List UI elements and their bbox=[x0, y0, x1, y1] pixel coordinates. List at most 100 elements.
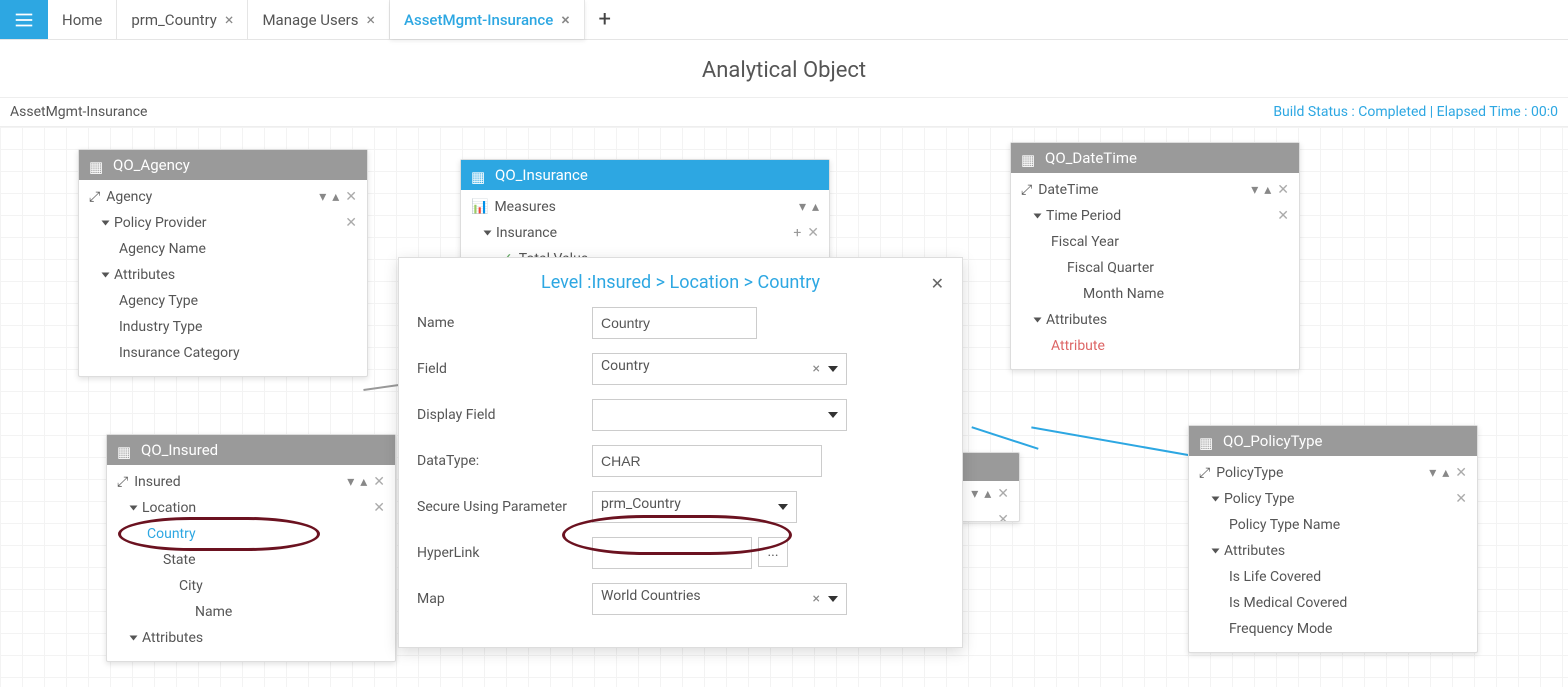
close-icon[interactable]: ✕ bbox=[1277, 208, 1289, 224]
tree-item[interactable]: Policy Type Name bbox=[1189, 512, 1477, 538]
clear-icon[interactable]: × bbox=[813, 361, 820, 377]
browse-button[interactable]: ... bbox=[758, 537, 788, 567]
tab-assetmgmt-insurance[interactable]: AssetMgmt-Insurance × bbox=[390, 0, 585, 39]
menu-button[interactable] bbox=[0, 0, 48, 39]
panel-header[interactable]: ▦ QO_Agency bbox=[79, 150, 367, 180]
hierarchy-icon: ⤢ bbox=[117, 474, 128, 490]
page-title: Analytical Object bbox=[0, 40, 1568, 97]
panel-title: QO_DateTime bbox=[1045, 149, 1137, 167]
tree-group[interactable]: Time Period ✕ bbox=[1011, 203, 1299, 229]
item-label: Frequency Mode bbox=[1229, 621, 1332, 637]
panel-qo-agency[interactable]: ▦ QO_Agency ⤢ Agency ▾ ▴ ✕ Policy Provid… bbox=[78, 149, 368, 377]
chevron-down-icon[interactable]: ▾ bbox=[347, 474, 354, 490]
tree-item[interactable]: Industry Type bbox=[79, 314, 367, 340]
clear-icon[interactable]: × bbox=[813, 591, 820, 607]
chevron-up-icon[interactable]: ▴ bbox=[984, 486, 991, 502]
close-icon[interactable]: ✕ bbox=[373, 500, 385, 516]
display-field-select[interactable] bbox=[592, 399, 847, 431]
tree-group[interactable]: Attributes bbox=[1189, 538, 1477, 564]
panel-qo-policytype[interactable]: ▦ QO_PolicyType ⤢ PolicyType ▾ ▴ ✕ Polic… bbox=[1188, 425, 1478, 653]
dimension-row[interactable]: ⤢ Insured ▾ ▴ ✕ bbox=[107, 469, 395, 495]
tree-group[interactable]: Attributes bbox=[107, 625, 395, 651]
close-icon[interactable]: × bbox=[225, 10, 234, 29]
close-icon[interactable]: ✕ bbox=[997, 486, 1009, 502]
tree-group[interactable]: Location ✕ bbox=[107, 495, 395, 521]
dimension-name: Insured bbox=[134, 474, 180, 490]
field-select[interactable]: Country × bbox=[592, 353, 847, 385]
chevron-down-icon[interactable]: ▾ bbox=[799, 199, 806, 215]
item-label: Month Name bbox=[1083, 286, 1164, 302]
panel-header[interactable]: ▦ QO_Insured bbox=[107, 435, 395, 465]
tree-item[interactable]: Fiscal Quarter bbox=[1011, 255, 1299, 281]
item-label: Is Life Covered bbox=[1229, 569, 1321, 585]
chevron-down-icon[interactable]: ▾ bbox=[971, 486, 978, 502]
tree-item[interactable]: City bbox=[107, 573, 395, 599]
tree-row[interactable]: ✕ bbox=[961, 507, 1019, 522]
tab-manage-users[interactable]: Manage Users × bbox=[248, 0, 390, 39]
chevron-up-icon[interactable]: ▴ bbox=[1264, 182, 1271, 198]
group-label: Attributes bbox=[114, 267, 175, 283]
close-icon[interactable]: × bbox=[367, 10, 376, 29]
tree-item[interactable]: Fiscal Year bbox=[1011, 229, 1299, 255]
tree-item[interactable]: Insurance Category bbox=[79, 340, 367, 366]
tree-group[interactable]: Insurance +✕ bbox=[461, 220, 829, 246]
tree-item[interactable]: Is Medical Covered bbox=[1189, 590, 1477, 616]
hierarchy-icon: ⤢ bbox=[1021, 182, 1032, 198]
panel-header[interactable]: ▦ QO_PolicyType bbox=[1189, 426, 1477, 456]
panel-partial[interactable]: ▾ ▴ ✕ ✕ bbox=[960, 452, 1020, 522]
hierarchy-icon: ⤢ bbox=[1199, 465, 1210, 481]
panel-header[interactable]: ▦ QO_Insurance bbox=[461, 160, 829, 190]
map-select[interactable]: World Countries × bbox=[592, 583, 847, 615]
tree-group[interactable]: Policy Type ✕ bbox=[1189, 486, 1477, 512]
tree-item[interactable]: Month Name bbox=[1011, 281, 1299, 307]
close-icon[interactable]: ✕ bbox=[997, 512, 1009, 522]
chevron-down-icon bbox=[828, 366, 838, 372]
dimension-row[interactable]: ⤢ DateTime ▾ ▴ ✕ bbox=[1011, 177, 1299, 203]
tree-item[interactable]: Agency Type bbox=[79, 288, 367, 314]
tree-item[interactable]: Is Life Covered bbox=[1189, 564, 1477, 590]
close-icon[interactable]: ✕ bbox=[1455, 465, 1467, 481]
tree-item[interactable]: Frequency Mode bbox=[1189, 616, 1477, 642]
close-icon[interactable]: ✕ bbox=[1277, 182, 1289, 198]
chart-icon: 📊 bbox=[471, 199, 488, 215]
cube-icon: ▦ bbox=[117, 443, 133, 457]
chevron-up-icon[interactable]: ▴ bbox=[1442, 465, 1449, 481]
tree-group[interactable]: Attributes bbox=[1011, 307, 1299, 333]
tab-home[interactable]: Home bbox=[48, 0, 117, 39]
chevron-down-icon[interactable]: ▾ bbox=[319, 189, 326, 205]
chevron-up-icon[interactable]: ▴ bbox=[812, 199, 819, 215]
close-icon[interactable]: ✕ bbox=[345, 215, 357, 231]
close-icon[interactable]: ✕ bbox=[345, 189, 357, 205]
tree-item[interactable]: State bbox=[107, 547, 395, 573]
tree-item[interactable]: Agency Name bbox=[79, 236, 367, 262]
plus-icon[interactable]: + bbox=[793, 225, 801, 241]
dimension-row[interactable]: ⤢ Agency ▾ ▴ ✕ bbox=[79, 184, 367, 210]
name-input[interactable] bbox=[592, 307, 757, 339]
tab-prm-country[interactable]: prm_Country × bbox=[117, 0, 248, 39]
close-icon[interactable]: × bbox=[561, 10, 570, 29]
tree-item-placeholder[interactable]: Attribute bbox=[1011, 333, 1299, 359]
tree-group[interactable]: Policy Provider ✕ bbox=[79, 210, 367, 236]
close-icon[interactable]: ✕ bbox=[1455, 491, 1467, 507]
secure-param-select[interactable]: prm_Country bbox=[592, 491, 797, 523]
panel-qo-datetime[interactable]: ▦ QO_DateTime ⤢ DateTime ▾ ▴ ✕ Time Peri… bbox=[1010, 142, 1300, 370]
dimension-row[interactable]: ⤢ PolicyType ▾ ▴ ✕ bbox=[1189, 460, 1477, 486]
chevron-down-icon[interactable]: ▾ bbox=[1251, 182, 1258, 198]
design-canvas[interactable]: ▦ QO_Agency ⤢ Agency ▾ ▴ ✕ Policy Provid… bbox=[0, 127, 1568, 687]
add-tab-button[interactable]: + bbox=[585, 0, 625, 39]
close-icon[interactable]: ✕ bbox=[931, 274, 944, 293]
close-icon[interactable]: ✕ bbox=[807, 225, 819, 241]
tree-group[interactable]: Attributes bbox=[79, 262, 367, 288]
chevron-up-icon[interactable]: ▴ bbox=[360, 474, 367, 490]
close-icon[interactable]: ✕ bbox=[373, 474, 385, 490]
tree-item[interactable]: Name bbox=[107, 599, 395, 625]
chevron-up-icon[interactable]: ▴ bbox=[332, 189, 339, 205]
connector-line bbox=[1031, 426, 1209, 459]
hyperlink-input[interactable] bbox=[592, 537, 752, 569]
dimension-row[interactable]: ▾ ▴ ✕ bbox=[961, 481, 1019, 507]
panel-header[interactable]: ▦ QO_DateTime bbox=[1011, 143, 1299, 173]
chevron-down-icon[interactable]: ▾ bbox=[1429, 465, 1436, 481]
dimension-row[interactable]: 📊 Measures ▾ ▴ bbox=[461, 194, 829, 220]
panel-qo-insured[interactable]: ▦ QO_Insured ⤢ Insured ▾ ▴ ✕ Location ✕ … bbox=[106, 434, 396, 662]
tree-item-country[interactable]: Country bbox=[107, 521, 395, 547]
